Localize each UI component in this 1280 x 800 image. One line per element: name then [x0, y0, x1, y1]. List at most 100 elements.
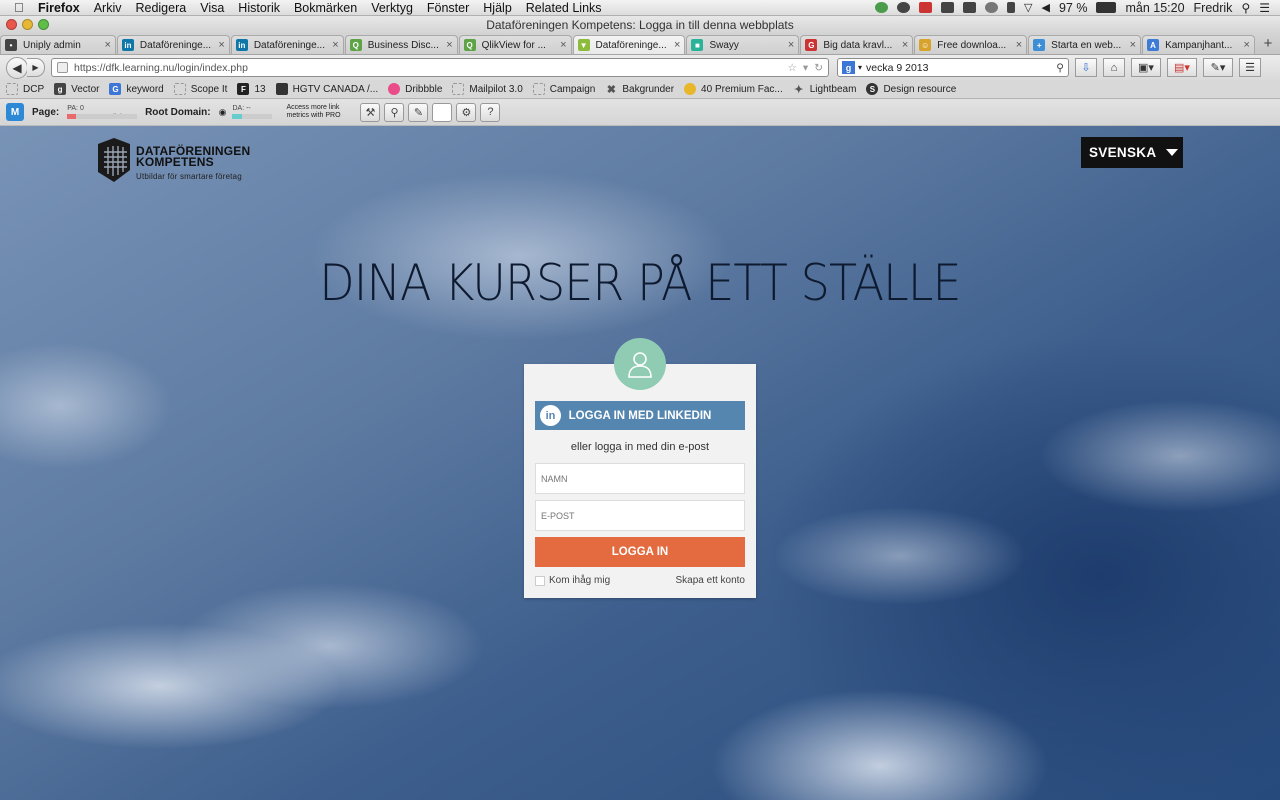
notification-center-icon[interactable]: ☰ — [1259, 1, 1270, 15]
menu-hjalp[interactable]: Hjälp — [483, 1, 512, 15]
tab[interactable]: in Dataföreninge... × — [116, 35, 230, 54]
menu-related-links[interactable]: Related Links — [526, 1, 602, 15]
pdf-button[interactable]: ▤▾ — [1167, 58, 1197, 77]
tab[interactable]: • Uniply admin × — [0, 35, 116, 54]
menu-app-name[interactable]: Firefox — [38, 1, 80, 15]
google-engine-icon[interactable]: g — [842, 61, 855, 74]
bookmark-item[interactable]: ✦ Lightbeam — [793, 83, 856, 96]
login-button[interactable]: LOGGA IN — [535, 537, 745, 567]
tab-close-icon[interactable]: × — [446, 39, 452, 51]
forward-button[interactable]: ▶ — [27, 58, 45, 77]
user-name[interactable]: Fredrik — [1194, 1, 1233, 15]
zoom-window-icon[interactable] — [38, 19, 49, 30]
new-tab-button[interactable]: + — [1256, 35, 1280, 54]
menu-button[interactable]: ☰ — [1239, 58, 1261, 77]
bookmark-item[interactable]: Campaign — [532, 83, 595, 95]
search-tool-button[interactable]: ⚲ — [384, 102, 405, 122]
tab[interactable]: G Big data kravl... × — [800, 35, 914, 54]
tab[interactable]: Q QlikView for ... × — [458, 35, 572, 54]
bookmark-star-icon[interactable]: ☆ — [787, 62, 796, 74]
name-input[interactable] — [535, 463, 745, 494]
time-machine-icon[interactable] — [985, 2, 999, 13]
tab-close-icon[interactable]: × — [788, 39, 794, 51]
bookmark-item[interactable]: g Vector — [54, 83, 99, 95]
bookmark-item[interactable]: Mailpilot 3.0 — [452, 83, 523, 95]
tab-close-icon[interactable]: × — [560, 39, 566, 51]
bookmark-item[interactable]: 40 Premium Fac... — [684, 83, 783, 95]
bluetooth-icon[interactable] — [1007, 2, 1016, 13]
site-identity-icon[interactable] — [57, 62, 68, 73]
tab-close-icon[interactable]: × — [1130, 39, 1136, 51]
bookmark-item[interactable]: Scope It — [173, 83, 227, 95]
info-panel-button[interactable] — [432, 102, 453, 122]
menu-bokmarken[interactable]: Bokmärken — [294, 1, 357, 15]
site-logo[interactable]: DATAFÖRENINGEN KOMPETENS Utbildar för sm… — [96, 138, 250, 182]
addon-button[interactable]: ▣▾ — [1131, 58, 1161, 77]
close-window-icon[interactable] — [6, 19, 17, 30]
reload-icon[interactable]: ↻ — [814, 62, 823, 74]
tray-upload-icon[interactable] — [963, 2, 977, 13]
tab-active[interactable]: ▼ Dataföreninge... × — [572, 35, 686, 54]
wifi-icon[interactable]: ▽ — [1024, 1, 1032, 14]
url-text[interactable]: https://dfk.learning.nu/login/index.php — [74, 62, 248, 74]
tray-eye-icon[interactable] — [897, 2, 911, 13]
root-domain-toggle-icon[interactable]: ◉ — [219, 107, 227, 118]
search-icon[interactable]: ⚲ — [1056, 62, 1064, 74]
url-bar[interactable]: https://dfk.learning.nu/login/index.php … — [51, 58, 829, 77]
url-dropdown-icon[interactable]: ▾ — [803, 62, 808, 74]
menu-redigera[interactable]: Redigera — [135, 1, 186, 15]
search-engine-dropdown-icon[interactable]: ▾ — [858, 63, 862, 72]
tray-dc-icon[interactable] — [919, 2, 933, 13]
eyedropper-button[interactable]: ✎▾ — [1203, 58, 1233, 77]
settings-button[interactable]: ⚙ — [456, 102, 477, 122]
tray-app-icon[interactable] — [875, 2, 889, 13]
tab-close-icon[interactable]: × — [218, 39, 224, 51]
language-selector[interactable]: SVENSKA — [1081, 137, 1183, 168]
search-bar[interactable]: g ▾ vecka 9 2013 ⚲ — [837, 58, 1069, 77]
tools-button[interactable]: ⚒ — [360, 102, 381, 122]
battery-percent[interactable]: 97 % — [1059, 1, 1088, 15]
minimize-window-icon[interactable] — [22, 19, 33, 30]
menu-fonster[interactable]: Fönster — [427, 1, 469, 15]
bookmark-item[interactable]: Gkeyword — [109, 83, 164, 95]
menu-visa[interactable]: Visa — [200, 1, 224, 15]
linkedin-login-button[interactable]: in LOGGA IN MED LINKEDIN — [535, 401, 745, 430]
email-input[interactable] — [535, 500, 745, 531]
bookmark-item[interactable]: DCP — [6, 83, 44, 95]
downloads-button[interactable]: ⇩ — [1075, 58, 1097, 77]
tab[interactable]: in Dataföreninge... × — [230, 35, 344, 54]
help-button[interactable]: ? — [480, 102, 501, 122]
tab[interactable]: ☺ Free downloa... × — [914, 35, 1028, 54]
tab[interactable]: + Starta en web... × — [1028, 35, 1142, 54]
search-text[interactable]: vecka 9 2013 — [866, 62, 928, 74]
tab[interactable]: A Kampanjhant... × — [1142, 35, 1255, 54]
tab-close-icon[interactable]: × — [1244, 39, 1250, 51]
pro-promo-text[interactable]: Access more link metrics with PRO — [286, 104, 348, 120]
remember-me[interactable]: Kom ihåg mig — [535, 575, 610, 586]
menu-verktyg[interactable]: Verktyg — [371, 1, 413, 15]
moz-logo-icon[interactable]: M — [6, 103, 24, 121]
tab-close-icon[interactable]: × — [902, 39, 908, 51]
tab-close-icon[interactable]: × — [332, 39, 338, 51]
tab-close-icon[interactable]: × — [104, 39, 110, 51]
bookmark-item[interactable]: HGTV CANADA /... — [275, 83, 378, 95]
bookmark-item[interactable]: S Design resource — [866, 83, 956, 95]
bookmark-item[interactable]: Dribbble — [388, 83, 442, 95]
tray-tool-icon[interactable] — [941, 2, 955, 13]
tab[interactable]: Q Business Disc... × — [344, 35, 458, 54]
spotlight-icon[interactable]: ⚲ — [1241, 1, 1250, 15]
apple-menu-icon[interactable]:  — [14, 0, 28, 15]
tab-close-icon[interactable]: × — [674, 39, 680, 51]
volume-icon[interactable]: ◀ — [1041, 1, 1049, 14]
tab[interactable]: ■ Swayy × — [686, 35, 800, 54]
home-button[interactable]: ⌂ — [1103, 58, 1125, 77]
create-account-link[interactable]: Skapa ett konto — [676, 575, 746, 586]
bookmark-item[interactable]: ✖ Bakgrunder — [605, 83, 674, 96]
menu-historik[interactable]: Historik — [238, 1, 280, 15]
highlight-button[interactable]: ✎ — [408, 102, 429, 122]
back-button[interactable]: ◀ — [6, 56, 28, 79]
menu-arkiv[interactable]: Arkiv — [94, 1, 122, 15]
remember-me-checkbox[interactable] — [535, 575, 545, 586]
tab-close-icon[interactable]: × — [1016, 39, 1022, 51]
clock[interactable]: mån 15:20 — [1125, 1, 1184, 15]
